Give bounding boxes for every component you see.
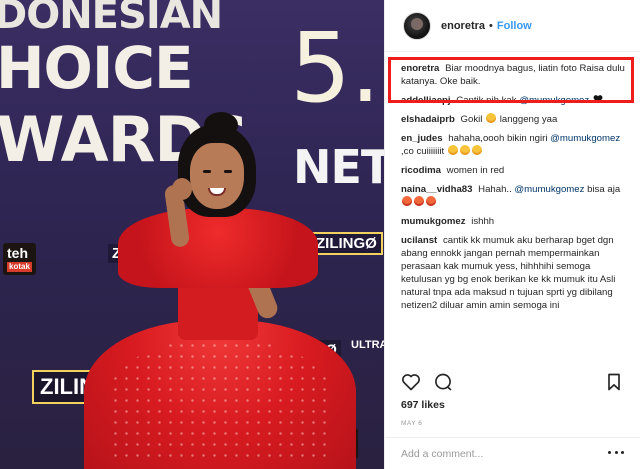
heart-outline-icon [402,374,420,391]
right-eye [224,170,232,173]
comment-text: Hahah.. [478,184,512,195]
heart-eyes-face-icon [414,196,424,206]
comment-text: Gokil [460,114,483,125]
comments-list[interactable]: enoretra Biar moodnya bagus, liatin foto… [401,62,633,362]
comment-mention[interactable]: @mumukgomez [550,133,620,144]
comment-text: women in red [446,165,505,176]
like-button[interactable] [401,372,421,392]
comment-username[interactable]: elshadaiprb [401,114,455,125]
list-item: ucilanst cantik kk mumuk aku berharap bg… [401,234,633,312]
post-header: enoretra • Follow [385,0,640,52]
instagram-post-view: DONESIAN HOICE WARDS 5.0 NET. ZILINGØ ZI… [0,0,640,469]
face [190,143,244,209]
header-separator: • [489,19,493,32]
caption: enoretra Biar moodnya bagus, liatin foto… [401,62,633,88]
sponsor-ultra-milk-logo: ULTRA MILK [351,339,384,351]
list-item: addelliaepj Cantik nih kak @mumukgomez [401,94,633,107]
post-date[interactable]: MAY 6 [401,420,422,427]
comment-text: hahaha,oooh bikin ngiri [448,133,548,144]
add-comment-bar [385,437,640,469]
sponsor-zilingo-logo: ZILINGØ [310,232,383,255]
caption-username[interactable]: enoretra [401,63,439,74]
comment-text: cantik kk mumuk aku berharap bget dgn ab… [401,235,616,311]
action-bar [401,370,624,394]
more-dots-icon[interactable] [608,450,624,457]
dress-sparkles [110,340,330,460]
grinning-sweat-face-icon [459,145,470,155]
comment-username[interactable]: mumukgomez [401,216,466,227]
backdrop-text-5: NET. [293,140,384,194]
backdrop-text-1: DONESIAN [0,0,223,38]
comment-username[interactable]: en_judes [401,133,443,144]
follow-button[interactable]: Follow [497,20,532,32]
left-eye [203,170,211,173]
comment-mention[interactable]: @mumukgomez [514,184,584,195]
grinning-sweat-face-icon [471,145,482,155]
list-item: mumukgomez ishhh [401,215,633,228]
comment-username[interactable]: addelliaepj [401,95,451,106]
comment-input[interactable] [401,447,608,460]
sponsor-teh-text: teh [7,245,28,261]
comment-bubble-icon [435,373,452,391]
sponsor-kotak-text: kotak [7,262,32,272]
heart-eyes-face-icon [426,196,436,206]
dress-ruffles [118,208,318,288]
comment-username[interactable]: naina__vidha83 [401,184,472,195]
list-item: elshadaiprb Gokil langgeng yaa [401,113,633,126]
sponsor-teh-kotak-logo: teh kotak [3,243,36,275]
backdrop-text-2: HOICE [0,34,194,102]
post-photo[interactable]: DONESIAN HOICE WARDS 5.0 NET. ZILINGØ ZI… [0,0,384,469]
comment-username[interactable]: ricodima [401,165,441,176]
save-button[interactable] [604,372,624,392]
header-username[interactable]: enoretra [441,20,485,32]
grinning-sweat-face-icon [447,145,458,155]
backdrop-text-4: 5.0 [290,12,384,124]
comment-mention[interactable]: @mumukgomez [519,95,589,106]
list-item: naina__vidha83 Hahah.. @mumukgomez bisa … [401,183,633,209]
comment-text: ishhh [471,216,495,227]
laughing-face-icon [486,113,497,123]
avatar[interactable] [403,11,431,40]
black-heart-icon [593,94,603,104]
comment-text-after: ,co cuiiiiiiit [401,146,445,157]
list-item: ricodima women in red [401,164,633,177]
comment-username[interactable]: ucilanst [401,235,437,246]
post-side-panel: enoretra • Follow enoretra Biar moodnya … [384,0,640,469]
comment-text: Cantik nih kak [456,95,517,106]
likes-count[interactable]: 697 likes [401,399,445,411]
bookmark-icon [608,373,620,391]
comment-button[interactable] [433,372,453,392]
heart-eyes-face-icon [402,196,412,206]
list-item: en_judes hahaha,oooh bikin ngiri @mumukg… [401,132,633,158]
comment-text-after: langgeng yaa [499,114,558,125]
comment-text-after: bisa aja [587,184,621,195]
left-hand [172,178,192,200]
